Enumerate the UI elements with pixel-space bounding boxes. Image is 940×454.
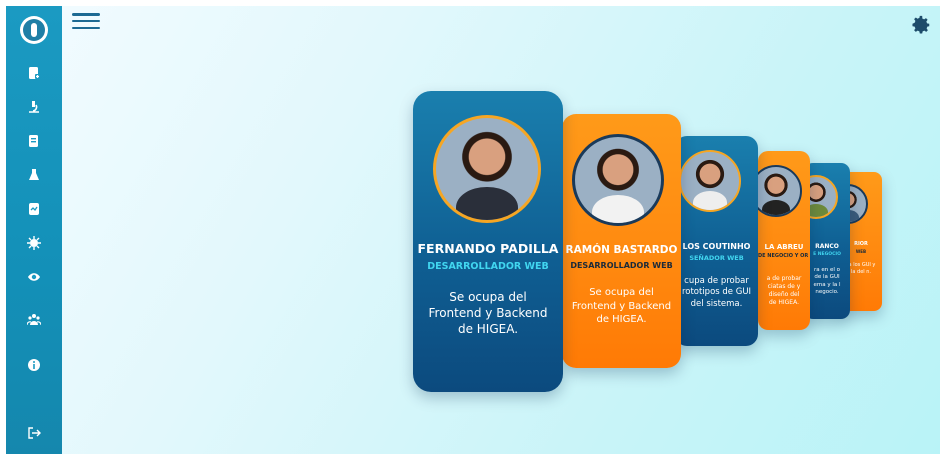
member-role: DESARROLLADOR WEB <box>427 261 549 272</box>
higea-logo-icon[interactable] <box>20 16 48 44</box>
hamburger-menu-icon[interactable] <box>72 10 100 32</box>
member-role: E NEGOCIO <box>813 252 841 257</box>
avatar <box>572 134 664 226</box>
patient-record-icon[interactable] <box>6 60 62 86</box>
team-card-5[interactable]: RANCO E NEGOCIO ra en el o de la GUI ema… <box>804 163 850 319</box>
team-card-4[interactable]: LA ABREU DE NEGOCIO Y OR WEB a de probar… <box>758 151 810 330</box>
info-icon[interactable] <box>6 352 62 378</box>
logout-icon[interactable] <box>6 420 62 446</box>
main-content: RIOR WEB ta los GUI y la del n. RANCO E … <box>62 6 940 454</box>
member-name: RANCO <box>815 243 839 250</box>
team-card-2[interactable]: RAMÓN BASTARDO DESARROLLADOR WEB Se ocup… <box>562 114 681 368</box>
member-name: RAMÓN BASTARDO <box>565 244 678 256</box>
member-description: cupa de probar rototipos de GUI del sist… <box>681 276 752 309</box>
member-name: LOS COUTINHO <box>682 242 751 251</box>
member-role: SEÑADOR WEB <box>689 254 744 262</box>
microscope-icon[interactable] <box>6 94 62 120</box>
gear-icon[interactable] <box>910 14 932 36</box>
eye-icon[interactable] <box>6 264 62 290</box>
virus-icon[interactable] <box>6 230 62 256</box>
avatar <box>679 150 741 212</box>
team-card-1[interactable]: FERNANDO PADILLA DESARROLLADOR WEB Se oc… <box>413 91 563 392</box>
member-role: DE NEGOCIO Y OR WEB <box>758 253 810 259</box>
member-role: DESARROLLADOR WEB <box>570 261 673 270</box>
member-name: LA ABREU <box>764 243 804 251</box>
member-description: ra en el o de la GUI ema y la l negocio. <box>813 267 841 296</box>
member-description: Se ocupa del Frontend y Backend de HIGEA… <box>428 290 548 337</box>
team-card-3[interactable]: LOS COUTINHO SEÑADOR WEB cupa de probar … <box>675 136 758 346</box>
flask-icon[interactable] <box>6 162 62 188</box>
lab-document-icon[interactable] <box>6 128 62 154</box>
avatar <box>433 115 541 223</box>
member-name: FERNANDO PADILLA <box>417 241 559 256</box>
member-description: ta los GUI y la del n. <box>846 262 876 275</box>
report-icon[interactable] <box>6 196 62 222</box>
avatar <box>758 165 802 217</box>
team-icon[interactable] <box>6 306 62 332</box>
sidebar <box>6 6 62 454</box>
member-description: Se ocupa del Frontend y Backend de HIGEA… <box>571 287 672 325</box>
member-description: a de probar ciatas de y diseño del de HI… <box>766 275 802 307</box>
